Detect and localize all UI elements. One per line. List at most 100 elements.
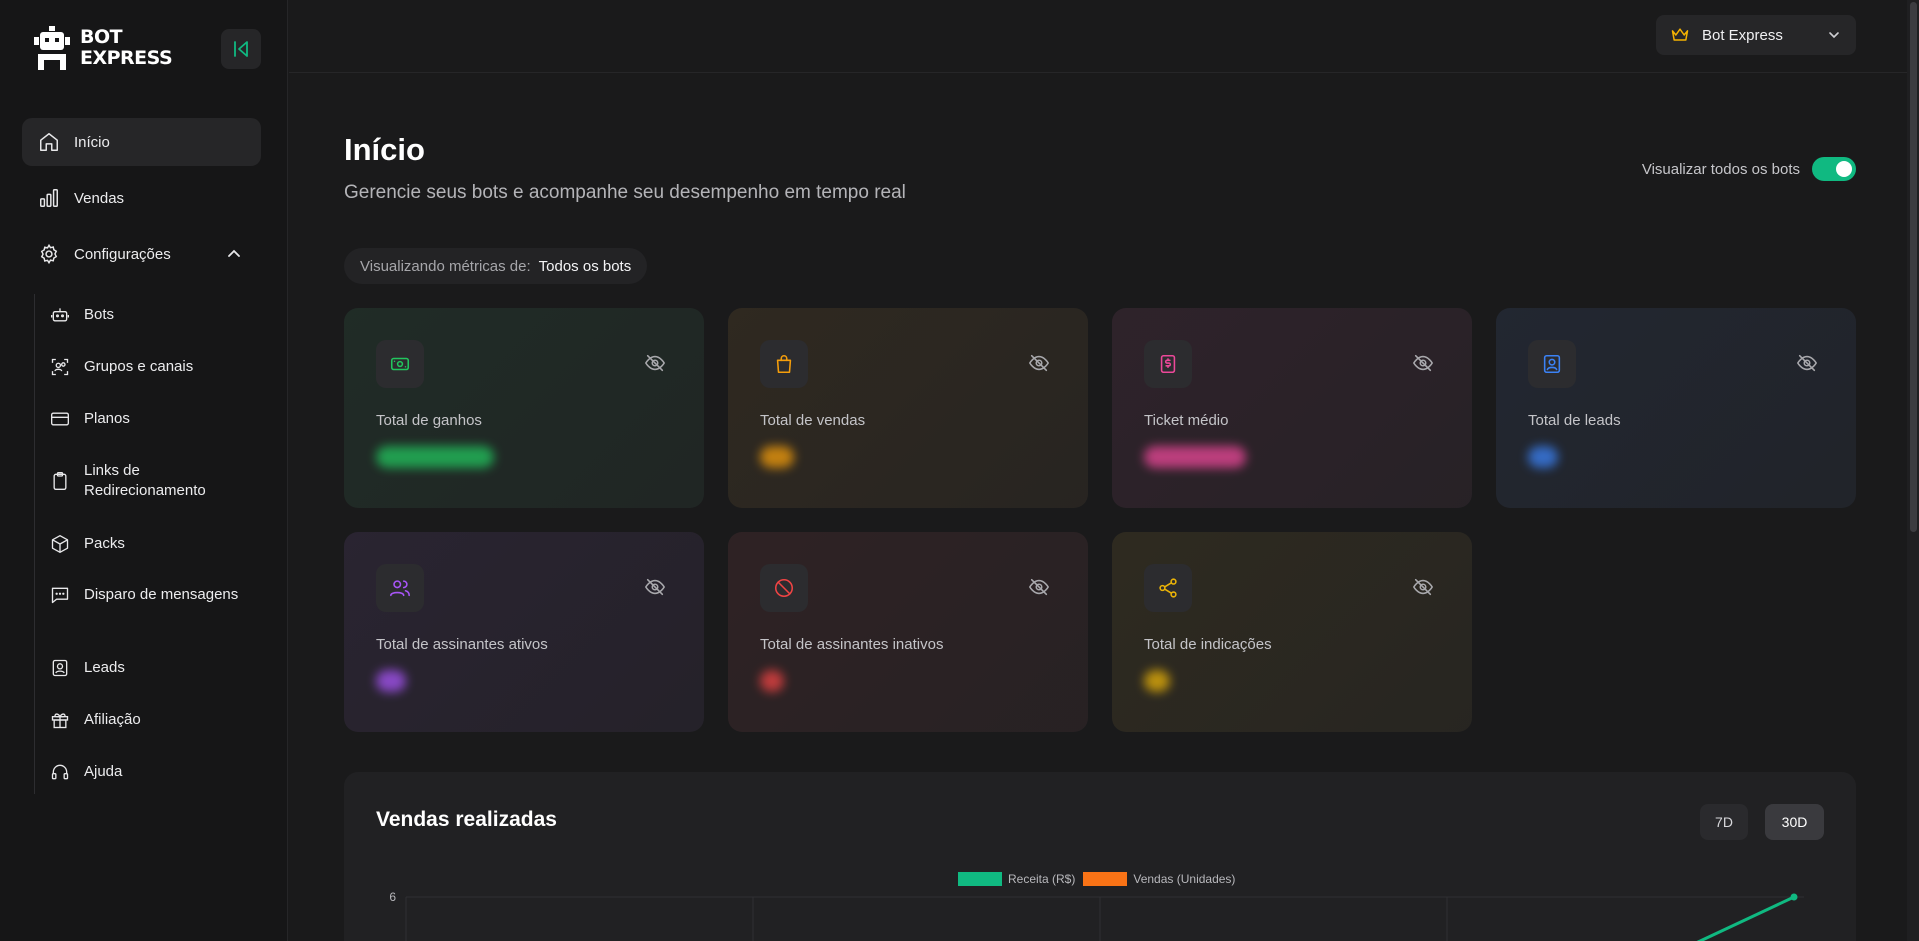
- metric-card: Total de assinantes ativos: [344, 532, 704, 732]
- eye-off-icon[interactable]: [1412, 352, 1434, 374]
- sidebar-subitem-label: Packs: [84, 535, 125, 552]
- message-icon: [51, 587, 69, 604]
- sidebar-subitem-disparo[interactable]: Disparo de mensagens: [50, 585, 270, 605]
- sidebar-subitem-afiliacao[interactable]: Afiliação: [50, 710, 270, 730]
- sidebar-item-label: Configurações: [74, 245, 171, 263]
- headset-icon: [51, 764, 69, 780]
- metric-label: Total de ganhos: [376, 412, 482, 429]
- metric-label: Total de assinantes inativos: [760, 636, 944, 653]
- metric-card: Total de indicações: [1112, 532, 1472, 732]
- sidebar-subitem-label: Links de Redirecionamento: [84, 462, 206, 499]
- brand-line-2: EXPRESS: [80, 47, 173, 69]
- metric-icon-box: [760, 564, 808, 612]
- page-title: Início: [344, 132, 425, 167]
- metric-icon-box: [376, 564, 424, 612]
- share-icon: [1159, 578, 1177, 598]
- page-scrollbar[interactable]: [1907, 0, 1919, 941]
- eye-off-icon[interactable]: [1028, 576, 1050, 598]
- chevron-down-icon: [1829, 32, 1839, 39]
- robot-logo-icon: [34, 26, 70, 70]
- collapse-left-icon: [234, 41, 248, 57]
- gear-icon: [40, 243, 58, 265]
- sidebar-subitem-label: Afiliação: [84, 711, 141, 728]
- eye-off-icon[interactable]: [644, 352, 666, 374]
- y-tick-label: 6: [389, 890, 396, 904]
- eye-off-icon[interactable]: [644, 576, 666, 598]
- metric-value-hidden: [1144, 670, 1170, 692]
- metric-value-hidden: [1528, 446, 1558, 468]
- eye-off-icon[interactable]: [1796, 352, 1818, 374]
- sidebar-item-label: Início: [74, 133, 110, 151]
- metric-card: Ticket médio: [1112, 308, 1472, 508]
- sidebar-subitem-links[interactable]: Links de Redirecionamento: [50, 461, 270, 501]
- metric-icon-box: [1144, 340, 1192, 388]
- metric-icon-box: [1144, 564, 1192, 612]
- sidebar-subitem-label: Bots: [84, 306, 115, 323]
- bar-chart-icon: [40, 189, 58, 207]
- metric-label: Ticket médio: [1144, 412, 1229, 429]
- crown-icon: [1671, 28, 1689, 41]
- metric-label: Total de assinantes ativos: [376, 636, 548, 653]
- sales-chart: 6: [389, 890, 1804, 941]
- sidebar-subitem-ajuda[interactable]: Ajuda: [50, 762, 270, 782]
- metric-value-hidden: [1144, 446, 1246, 468]
- metric-card: Total de assinantes inativos: [728, 532, 1088, 732]
- sidebar-subitem-leads[interactable]: Leads: [50, 658, 270, 678]
- eye-off-icon[interactable]: [1028, 352, 1050, 374]
- metric-value-hidden: [760, 670, 784, 692]
- top-bar: Bot Express: [289, 0, 1919, 73]
- metric-card: Total de leads: [1496, 308, 1856, 508]
- brand-line-1: BOT: [80, 26, 123, 48]
- submenu-guide-line: [34, 294, 35, 794]
- sidebar-item-configuracoes[interactable]: Configurações: [22, 230, 261, 278]
- metric-value-hidden: [376, 446, 494, 468]
- contact-icon: [1543, 354, 1561, 374]
- chevron-up-icon[interactable]: [225, 245, 243, 263]
- contact-icon: [52, 659, 68, 677]
- metric-value-hidden: [376, 670, 406, 692]
- home-icon: [40, 133, 58, 151]
- view-all-bots-toggle-row: Visualizar todos os bots: [1642, 157, 1856, 181]
- series-point-receita[interactable]: [1790, 893, 1798, 901]
- sidebar-subitem-label: Grupos e canais: [84, 358, 194, 375]
- sidebar-subitem-bots[interactable]: Bots: [50, 305, 270, 325]
- metric-label: Total de leads: [1528, 412, 1621, 429]
- metrics-scope-label: Visualizando métricas de:: [360, 257, 531, 275]
- sidebar-subitem-label: Leads: [84, 659, 125, 676]
- sidebar: BOT EXPRESS Início Vendas Configurações …: [0, 0, 288, 941]
- group-icon: [51, 358, 69, 376]
- sidebar-subitem-packs[interactable]: Packs: [50, 534, 270, 554]
- sidebar-item-label: Vendas: [74, 189, 125, 207]
- sidebar-subitem-planos[interactable]: Planos: [50, 409, 270, 429]
- bot-selector-value: Bot Express: [1702, 26, 1783, 44]
- metric-card: Total de ganhos: [344, 308, 704, 508]
- robot-icon: [51, 308, 69, 322]
- shopping-bag-icon: [776, 355, 792, 374]
- users-icon: [390, 580, 410, 597]
- money-icon: [390, 357, 410, 371]
- package-icon: [51, 535, 69, 553]
- sidebar-item-vendas[interactable]: Vendas: [22, 174, 261, 222]
- metric-label: Total de vendas: [760, 412, 866, 429]
- metric-icon-box: [760, 340, 808, 388]
- metric-value-hidden: [760, 446, 794, 468]
- sidebar-subitem-label: Planos: [84, 410, 130, 427]
- brand-logo[interactable]: BOT EXPRESS: [34, 26, 173, 70]
- sales-chart-panel: Vendas realizadas 7D 30D Receita (R$) Ve…: [344, 772, 1856, 941]
- receipt-icon: [1160, 354, 1176, 374]
- metrics-scope-value: Todos os bots: [538, 257, 632, 275]
- sidebar-subitem-grupos[interactable]: Grupos e canais: [50, 357, 270, 377]
- sidebar-item-inicio[interactable]: Início: [22, 118, 261, 166]
- toggle-label: Visualizar todos os bots: [1641, 160, 1800, 178]
- metric-icon-box: [376, 340, 424, 388]
- gift-icon: [51, 713, 69, 729]
- series-line-receita: [1696, 895, 1795, 941]
- bot-selector[interactable]: Bot Express: [1656, 15, 1856, 55]
- credit-card-icon: [51, 412, 69, 426]
- metric-label: Total de indicações: [1144, 636, 1272, 653]
- eye-off-icon[interactable]: [1412, 576, 1434, 598]
- view-all-bots-toggle[interactable]: [1812, 157, 1856, 181]
- collapse-sidebar-button[interactable]: [221, 29, 261, 69]
- sidebar-subitem-label: Ajuda: [84, 763, 123, 780]
- scrollbar-thumb[interactable]: [1910, 2, 1917, 532]
